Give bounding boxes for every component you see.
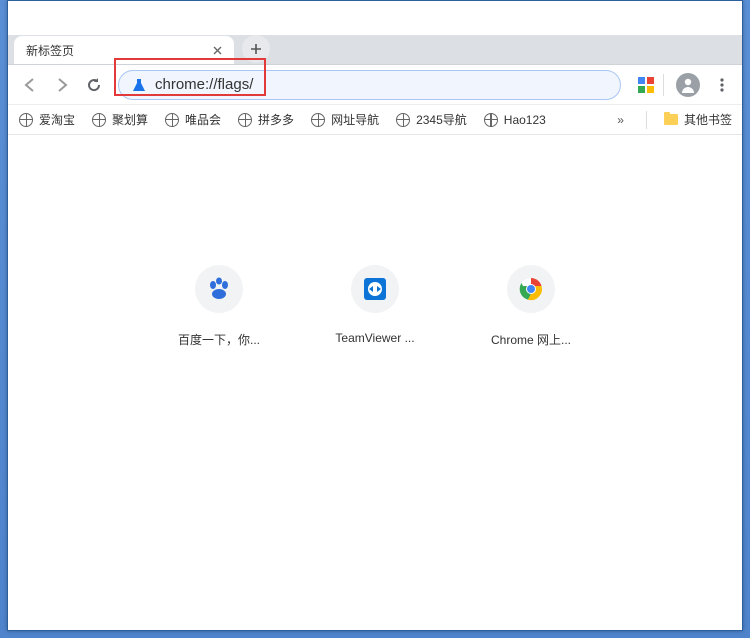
- globe-icon: [237, 112, 253, 128]
- shortcut-tile[interactable]: 百度一下，你...: [163, 265, 275, 630]
- tile-label: TeamViewer ...: [319, 331, 431, 345]
- shortcut-tile[interactable]: TeamViewer ...: [319, 265, 431, 630]
- bookmark-item[interactable]: 唯品会: [164, 111, 221, 128]
- bookmarks-overflow-button[interactable]: »: [611, 113, 630, 127]
- tab-close-button[interactable]: [208, 41, 226, 59]
- profile-button[interactable]: [676, 73, 700, 97]
- bookmark-label: 2345导航: [416, 111, 467, 128]
- bookmark-item[interactable]: 爱淘宝: [18, 111, 75, 128]
- browser-window: 新标签页: [7, 0, 743, 631]
- bookmarks-bar: 爱淘宝 聚划算 唯品会 拼多多 网址导航 2345导航 Hao123 »: [8, 105, 742, 135]
- bookmark-item[interactable]: 网址导航: [310, 111, 379, 128]
- separator: [646, 111, 647, 129]
- tile-label: Chrome 网上...: [475, 331, 587, 348]
- bookmark-label: 爱淘宝: [39, 111, 75, 128]
- bookmark-item[interactable]: Hao123: [483, 112, 546, 128]
- extension-icon[interactable]: [635, 74, 657, 96]
- shortcut-tile[interactable]: Chrome 网上...: [475, 265, 587, 630]
- folder-icon: [663, 112, 679, 128]
- new-tab-content: 百度一下，你... TeamViewer ... Chrome 网上...: [8, 135, 742, 630]
- separator: [663, 74, 664, 96]
- tab-strip: 新标签页: [8, 35, 742, 65]
- bookmark-label: 网址导航: [331, 111, 379, 128]
- globe-icon: [310, 112, 326, 128]
- baidu-icon: [195, 265, 243, 313]
- menu-button[interactable]: [710, 73, 734, 97]
- bookmark-item[interactable]: 拼多多: [237, 111, 294, 128]
- tab-newtab[interactable]: 新标签页: [14, 36, 234, 64]
- globe-icon: [395, 112, 411, 128]
- teamviewer-icon: [351, 265, 399, 313]
- other-bookmarks-label: 其他书签: [684, 111, 732, 128]
- bookmark-label: 聚划算: [112, 111, 148, 128]
- forward-button[interactable]: [48, 71, 76, 99]
- bookmark-label: 唯品会: [185, 111, 221, 128]
- bookmark-item[interactable]: 2345导航: [395, 111, 467, 128]
- globe-icon: [483, 112, 499, 128]
- chrome-icon: [507, 265, 555, 313]
- tab-title: 新标签页: [26, 42, 208, 59]
- address-bar[interactable]: [118, 70, 621, 100]
- other-bookmarks-button[interactable]: 其他书签: [663, 111, 732, 128]
- bookmark-item[interactable]: 聚划算: [91, 111, 148, 128]
- bookmark-label: 拼多多: [258, 111, 294, 128]
- bookmark-label: Hao123: [504, 113, 546, 127]
- reload-button[interactable]: [80, 71, 108, 99]
- back-button[interactable]: [16, 71, 44, 99]
- new-tab-button[interactable]: [242, 35, 270, 63]
- globe-icon: [164, 112, 180, 128]
- toolbar: [8, 65, 742, 105]
- globe-icon: [91, 112, 107, 128]
- url-input[interactable]: [155, 76, 608, 93]
- flask-icon: [131, 77, 147, 93]
- globe-icon: [18, 112, 34, 128]
- tile-label: 百度一下，你...: [163, 331, 275, 348]
